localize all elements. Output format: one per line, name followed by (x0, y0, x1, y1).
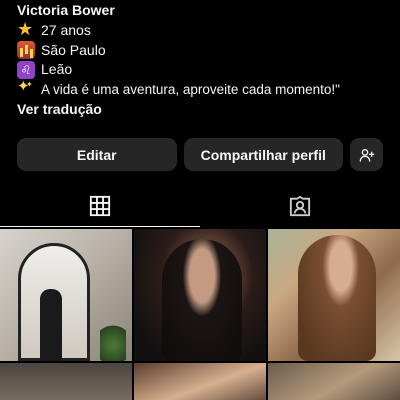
profile-name: Victoria Bower (17, 2, 115, 18)
add-person-icon (359, 148, 374, 162)
post-thumbnail[interactable] (268, 229, 400, 361)
tab-tagged[interactable] (200, 185, 400, 227)
tagged-person-icon (289, 195, 311, 217)
posts-grid (0, 229, 400, 400)
city-emoji-icon (17, 41, 35, 60)
portrait-shape (298, 235, 376, 361)
post-thumbnail[interactable] (134, 363, 266, 400)
bio-line-age: 27 anos (17, 20, 392, 41)
profile-tabs (0, 185, 400, 227)
profile-bio: Victoria Bower 27 anos São Paulo ♌ Leão … (17, 0, 392, 119)
profile-actions: Editar Compartilhar perfil (17, 138, 383, 171)
post-thumbnail[interactable] (268, 363, 400, 400)
bio-city-text: São Paulo (41, 41, 106, 58)
person-silhouette (40, 289, 62, 361)
bio-sign-text: Leão (41, 61, 73, 77)
bio-line-quote: A vida é uma aventura, aproveite cada mo… (17, 75, 392, 100)
bio-age-text: 27 anos (41, 22, 91, 38)
share-profile-button[interactable]: Compartilhar perfil (183, 138, 343, 171)
bio-quote-text: A vida é uma aventura, aproveite cada mo… (41, 81, 340, 97)
post-thumbnail[interactable] (0, 229, 132, 361)
grid-icon (89, 195, 111, 217)
sparkles-emoji-icon (17, 75, 35, 98)
post-thumbnail[interactable] (134, 229, 266, 361)
edit-profile-button[interactable]: Editar (17, 138, 177, 171)
star-emoji-icon (17, 20, 35, 40)
plant-shape (100, 321, 126, 361)
bio-line-city: São Paulo (17, 41, 392, 61)
post-thumbnail[interactable] (0, 363, 132, 400)
portrait-shape (162, 239, 242, 361)
discover-people-button[interactable] (350, 138, 383, 171)
see-translation-link[interactable]: Ver tradução (17, 99, 392, 119)
tab-grid[interactable] (0, 185, 200, 227)
bio-line-sign: ♌ Leão (17, 60, 392, 80)
